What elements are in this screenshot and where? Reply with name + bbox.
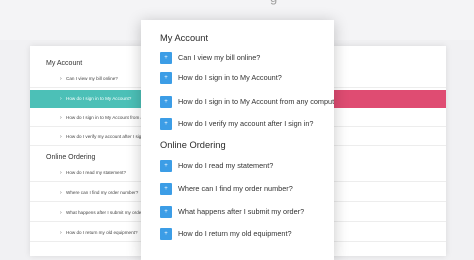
chevron-right-icon: ›	[60, 230, 62, 236]
chevron-right-icon: ›	[60, 190, 62, 196]
faq-item[interactable]: › How do I sign in to My Account from an…	[30, 109, 142, 127]
faq-panel-main: My Account + Can I view my bill online? …	[141, 20, 334, 260]
faq-item-active[interactable]: › How do I sign in to My Account?	[30, 90, 142, 108]
plus-icon[interactable]: +	[160, 206, 172, 218]
faq-panel-pink	[331, 46, 446, 256]
page-title-fragment: g	[270, 0, 277, 4]
plus-icon[interactable]: +	[160, 52, 172, 64]
chevron-right-icon: ›	[60, 170, 62, 176]
plus-icon[interactable]: +	[160, 160, 172, 172]
plus-icon[interactable]: +	[160, 72, 172, 84]
faq-item[interactable]: › Can I view my bill online?	[30, 70, 142, 88]
plus-icon[interactable]: +	[160, 228, 172, 240]
chevron-right-icon: ›	[60, 96, 62, 102]
faq-item[interactable]	[331, 109, 446, 127]
section-title-my-account: My Account	[160, 33, 209, 43]
chevron-right-icon: ›	[60, 210, 62, 216]
faq-item[interactable]	[331, 224, 446, 242]
plus-icon[interactable]: +	[160, 183, 172, 195]
faq-item[interactable]	[331, 128, 446, 146]
faq-item[interactable]	[331, 204, 446, 222]
plus-icon[interactable]: +	[160, 118, 172, 130]
faq-item[interactable]: › What happens after I submit my order?	[30, 204, 142, 222]
faq-item[interactable]	[331, 164, 446, 182]
chevron-right-icon: ›	[60, 76, 62, 82]
faq-item[interactable]	[331, 70, 446, 88]
faq-item[interactable]: › How do I return my old equipment?	[30, 224, 142, 242]
faq-item[interactable]	[331, 184, 446, 202]
section-title-my-account: My Account	[46, 60, 83, 67]
faq-item[interactable]: › How do I read my statement?	[30, 164, 142, 182]
plus-icon[interactable]: +	[160, 96, 172, 108]
faq-panel-teal: My Account › Can I view my bill online? …	[30, 46, 142, 256]
faq-item[interactable]: › Where can I find my order number?	[30, 184, 142, 202]
chevron-right-icon: ›	[60, 134, 62, 140]
faq-item-active[interactable]	[331, 90, 446, 108]
chevron-right-icon: ›	[60, 115, 62, 121]
section-title-online-ordering: Online Ordering	[46, 154, 96, 161]
faq-item[interactable]: › How do I verify my account after I sig…	[30, 128, 142, 146]
section-title-online-ordering: Online Ordering	[160, 140, 226, 150]
